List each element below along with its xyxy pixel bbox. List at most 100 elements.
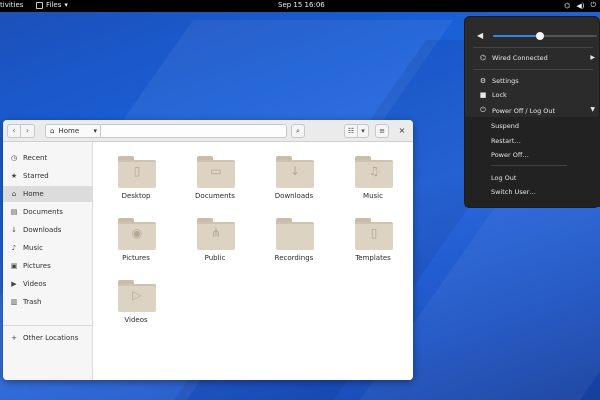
folder-label: Pictures — [122, 254, 150, 262]
download-icon: ↓ — [289, 164, 301, 178]
network-item[interactable]: ⌬ Wired Connected — [479, 54, 597, 62]
power-off-item[interactable]: Power Off… — [491, 151, 529, 159]
folder-item[interactable]: ♫ Music — [343, 148, 403, 204]
log-out-item[interactable]: Log Out — [491, 174, 516, 182]
sidebar-item-videos[interactable]: ▶ Videos — [3, 276, 92, 292]
restart-item[interactable]: Restart… — [491, 137, 521, 145]
search-icon: ⌕ — [296, 127, 300, 135]
list-view-icon: ☷ — [347, 127, 355, 135]
sidebar-item-label: Music — [23, 244, 43, 252]
back-button[interactable]: ‹ — [7, 124, 21, 138]
folder-item[interactable]: Recordings — [264, 210, 324, 266]
sidebar-item-documents[interactable]: ▤ Documents — [3, 204, 92, 220]
gear-icon: ⚙ — [479, 77, 487, 85]
app-menu-button[interactable]: Files ▾ — [36, 1, 68, 9]
system-menu: ◀ ⌬ Wired Connected ▶ ⚙ Settings ■ Lock … — [464, 16, 600, 208]
sidebar-item-starred[interactable]: ★ Starred — [3, 168, 92, 184]
star-icon: ★ — [10, 172, 18, 180]
video-icon: ▷ — [132, 288, 142, 302]
folder-icon: ◉ — [118, 218, 156, 250]
folder-label: Music — [363, 192, 383, 200]
settings-label: Settings — [492, 77, 519, 85]
folder-label: Recordings — [274, 254, 314, 262]
places-sidebar: ◷ Recent ★ Starred ⌂ Home ▤ Documents ↓ Downloads… — [3, 142, 93, 380]
document-icon: ▭ — [210, 164, 222, 178]
chevron-right-icon: ▶ — [590, 54, 595, 61]
volume-slider-handle[interactable] — [535, 32, 544, 40]
sidebar-item-recent[interactable]: ◷ Recent — [3, 150, 92, 166]
menu-button[interactable]: ≡ — [375, 124, 389, 138]
search-button[interactable]: ⌕ — [291, 124, 305, 138]
camera-icon: ◉ — [131, 226, 143, 240]
template-icon: ▯ — [370, 226, 378, 240]
folder-label: Templates — [355, 254, 391, 262]
suspend-item[interactable]: Suspend — [491, 122, 519, 130]
power-submenu: Suspend Restart… Power Off… Log Out Swit… — [465, 117, 600, 207]
folder-icon: ⋔ — [197, 218, 235, 250]
sidebar-item-trash[interactable]: ▥ Trash — [3, 294, 92, 310]
path-home-button[interactable]: ⌂ Home ▾ — [45, 124, 101, 138]
forward-button[interactable]: › — [21, 124, 35, 138]
folder-icon: ▯ — [118, 156, 156, 188]
folder-label: Downloads — [274, 192, 314, 200]
power-icon: ⏻ — [590, 1, 596, 9]
sidebar-item-home[interactable]: ⌂ Home — [3, 186, 92, 202]
sidebar-item-downloads[interactable]: ↓ Downloads — [3, 222, 92, 238]
power-label: Power Off / Log Out — [492, 106, 556, 115]
power-off-log-out-item[interactable]: ⏻ Power Off / Log Out — [479, 106, 555, 115]
view-options-button[interactable]: ▾ — [357, 124, 369, 138]
files-window: ‹ › ⌂ Home ▾ ⌕ ☷ ▾ ≡ × ◷ Recent ★ Starred ⌂ H… — [3, 120, 413, 380]
music-icon: ♪ — [11, 244, 17, 252]
menu-separator — [473, 47, 593, 48]
sidebar-separator — [3, 325, 93, 326]
share-icon: ⋔ — [210, 226, 222, 240]
close-button[interactable]: × — [397, 126, 407, 136]
folder-icon: ▷ — [118, 280, 156, 312]
folder-item[interactable]: ▭ Documents — [185, 148, 245, 204]
video-icon: ▶ — [11, 280, 17, 288]
header-bar: ‹ › ⌂ Home ▾ ⌕ ☷ ▾ ≡ × — [3, 120, 413, 142]
menu-separator — [491, 165, 567, 166]
folder-item[interactable]: ◉ Pictures — [106, 210, 166, 266]
chevron-down-icon: ▾ — [64, 1, 68, 9]
folder-icon — [276, 218, 314, 250]
top-bar: tivities Files ▾ Sep 15 16:06 ⌬ ◀) ⏻ — [0, 0, 600, 12]
sidebar-item-pictures[interactable]: ▣ Pictures — [3, 258, 92, 274]
sidebar-item-label: Home — [23, 190, 44, 198]
path-bar-empty — [101, 124, 287, 138]
trash-icon: ▥ — [10, 298, 18, 306]
sidebar-item-other-locations[interactable]: + Other Locations — [3, 330, 92, 346]
folder-icon: ▯ — [355, 218, 393, 250]
folder-item[interactable]: ⋔ Public — [185, 210, 245, 266]
lock-icon: ■ — [479, 91, 487, 99]
view-toggle-button[interactable]: ☷ — [344, 124, 358, 138]
folder-item[interactable]: ↓ Downloads — [264, 148, 324, 204]
folder-label: Documents — [195, 192, 235, 200]
volume-slider-fill — [493, 35, 540, 37]
folder-item[interactable]: ▷ Videos — [106, 272, 166, 328]
folder-item[interactable]: ▯ Templates — [343, 210, 403, 266]
lock-label: Lock — [492, 91, 507, 99]
chevron-down-icon: ▾ — [93, 127, 97, 135]
folder-item[interactable]: ▯ Desktop — [106, 148, 166, 204]
path-home-label: Home — [58, 127, 80, 135]
lock-item[interactable]: ■ Lock — [479, 91, 507, 99]
document-icon: ▤ — [10, 208, 18, 216]
activities-button[interactable]: tivities — [0, 1, 23, 9]
folder-icon: ▭ — [197, 156, 235, 188]
app-menu-label: Files — [46, 1, 62, 9]
chevron-left-icon: ‹ — [12, 126, 16, 135]
sidebar-item-music[interactable]: ♪ Music — [3, 240, 92, 256]
settings-item[interactable]: ⚙ Settings — [479, 77, 519, 85]
switch-user-item[interactable]: Switch User… — [491, 188, 536, 196]
network-icon: ⌬ — [479, 54, 487, 62]
file-grid: ▯ Desktop ▭ Documents ↓ Downloads ♫ Music ◉ Pictu… — [94, 142, 413, 380]
status-area[interactable]: ⌬ ◀) ⏻ — [564, 1, 596, 10]
chevron-down-icon: ▾ — [361, 127, 365, 135]
music-icon: ♫ — [368, 164, 380, 178]
sidebar-item-label: Other Locations — [23, 334, 79, 342]
sidebar-item-label: Recent — [23, 154, 48, 162]
volume-slider[interactable] — [493, 32, 597, 40]
clock[interactable]: Sep 15 16:06 — [278, 1, 325, 9]
close-icon: × — [398, 126, 406, 135]
